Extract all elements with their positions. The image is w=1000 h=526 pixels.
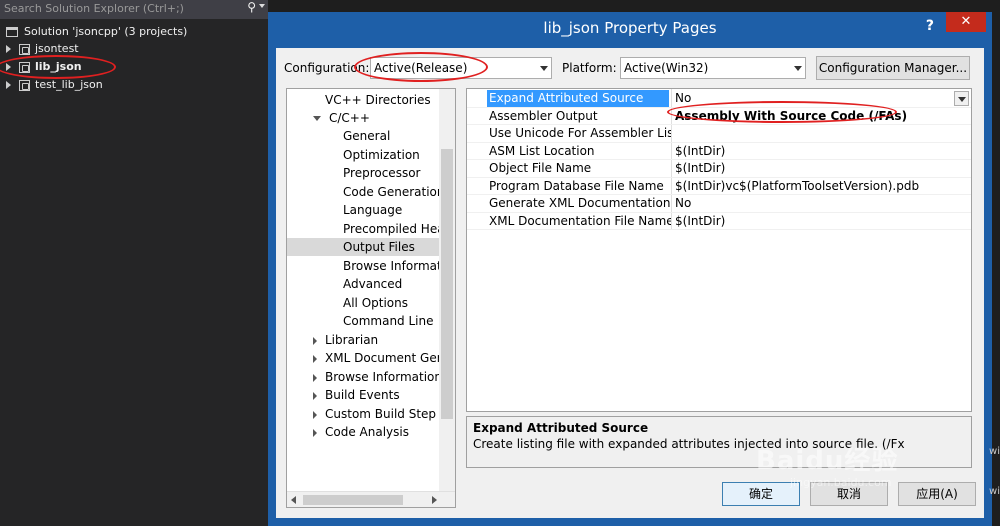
- tree-item-precompiled-headers[interactable]: Precompiled Headers: [343, 220, 439, 238]
- tree-item-build-events[interactable]: Build Events: [313, 386, 455, 404]
- chevron-down-icon: [540, 66, 548, 71]
- chevron-down-icon[interactable]: [954, 91, 969, 106]
- apply-button[interactable]: 应用(A): [898, 482, 976, 506]
- tree-item-vc-directories[interactable]: VC++ Directories: [325, 91, 455, 109]
- collapse-arrow-icon[interactable]: [313, 116, 321, 121]
- project-icon: [19, 79, 30, 91]
- property-row[interactable]: Program Database File Name $(IntDir)vc$(…: [467, 178, 971, 195]
- expand-arrow-icon[interactable]: [313, 428, 317, 437]
- edge-text: wi: [989, 446, 1000, 457]
- project-jsontest[interactable]: jsontest: [6, 40, 79, 57]
- scrollbar-thumb[interactable]: [441, 149, 453, 419]
- expand-arrow-icon[interactable]: [6, 81, 11, 89]
- tree-item-browse-information-2[interactable]: Browse Information: [313, 368, 439, 386]
- help-button[interactable]: ?: [926, 18, 934, 34]
- solution-node[interactable]: Solution 'jsoncpp' (3 projects): [6, 23, 187, 40]
- configuration-select[interactable]: Active(Release): [370, 57, 552, 79]
- property-tree: VC++ Directories C/C++ General Optimizat…: [286, 88, 456, 508]
- search-icon[interactable]: ⚲: [247, 0, 256, 14]
- scroll-left-icon[interactable]: [291, 496, 296, 504]
- project-icon: [19, 61, 30, 73]
- property-row[interactable]: ASM List Location $(IntDir): [467, 143, 971, 160]
- edge-text: wi: [989, 486, 1000, 497]
- tree-item-browse-information[interactable]: Browse Information: [343, 257, 439, 275]
- chevron-down-icon: [794, 66, 802, 71]
- solution-explorer-search[interactable]: Search Solution Explorer (Ctrl+;) ⚲: [0, 0, 268, 19]
- expand-arrow-icon[interactable]: [6, 63, 11, 71]
- platform-label: Platform:: [562, 61, 617, 75]
- search-input[interactable]: Search Solution Explorer (Ctrl+;): [4, 2, 184, 15]
- tree-item-xml-document-generator[interactable]: XML Document Generator: [313, 349, 439, 367]
- expand-arrow-icon[interactable]: [6, 45, 11, 53]
- property-grid: Expand Attributed Source No Assembler Ou…: [466, 88, 972, 412]
- tree-item-c-cpp[interactable]: C/C++: [313, 109, 455, 127]
- project-test-lib-json[interactable]: test_lib_json: [6, 76, 103, 93]
- project-lib-json[interactable]: lib_json: [6, 58, 82, 75]
- tree-item-output-files[interactable]: Output Files: [287, 238, 439, 256]
- project-icon: [19, 43, 30, 55]
- expand-arrow-icon[interactable]: [313, 336, 317, 345]
- property-row[interactable]: Expand Attributed Source No: [467, 90, 971, 108]
- expand-arrow-icon[interactable]: [313, 373, 317, 382]
- solution-explorer: Search Solution Explorer (Ctrl+;) ⚲ Solu…: [0, 0, 268, 526]
- description-title: Expand Attributed Source: [473, 421, 649, 435]
- baidu-watermark: Baidu经验: [756, 446, 899, 476]
- tree-vertical-scrollbar[interactable]: [439, 89, 455, 491]
- solution-icon: [6, 27, 18, 37]
- platform-select[interactable]: Active(Win32): [620, 57, 806, 79]
- tree-horizontal-scrollbar[interactable]: [287, 491, 455, 507]
- expand-arrow-icon[interactable]: [313, 410, 317, 419]
- ok-button[interactable]: 确定: [722, 482, 800, 506]
- chevron-down-icon[interactable]: [259, 4, 265, 8]
- expand-arrow-icon[interactable]: [313, 354, 317, 363]
- configuration-manager-button[interactable]: Configuration Manager...: [816, 56, 970, 80]
- tree-item-code-analysis[interactable]: Code Analysis: [313, 423, 455, 441]
- tree-item-custom-build-step[interactable]: Custom Build Step: [313, 405, 455, 423]
- configuration-label: Configuration:: [284, 61, 370, 75]
- close-button[interactable]: ✕: [946, 12, 986, 32]
- watermark-url: jingyan.baidu.com: [790, 476, 892, 489]
- scroll-right-icon[interactable]: [432, 496, 437, 504]
- tree-item-librarian[interactable]: Librarian: [313, 331, 455, 349]
- property-row[interactable]: Use Unicode For Assembler Listing: [467, 125, 971, 143]
- property-row[interactable]: XML Documentation File Name $(IntDir): [467, 213, 971, 230]
- scrollbar-thumb[interactable]: [303, 495, 403, 505]
- dialog-title: lib_json Property Pages: [543, 19, 717, 37]
- property-row[interactable]: Object File Name $(IntDir): [467, 160, 971, 178]
- expand-arrow-icon[interactable]: [313, 391, 317, 400]
- property-row[interactable]: Assembler Output Assembly With Source Co…: [467, 108, 971, 125]
- property-row[interactable]: Generate XML Documentation Files No: [467, 195, 971, 213]
